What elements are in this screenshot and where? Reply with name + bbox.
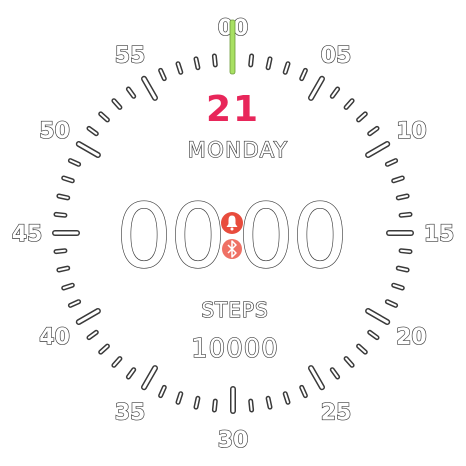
bell-icon[interactable]: [221, 212, 243, 234]
minor-tick-fill: [400, 249, 411, 253]
major-tick-fill: [77, 309, 100, 324]
dial-number-15: 15: [424, 222, 455, 247]
steps-label: STEPS: [201, 298, 268, 322]
date-day-name: MONDAY: [188, 138, 289, 162]
watch-face: 000510152025303540455055 21 MONDAY 00 00…: [11, 15, 455, 453]
dial-number-50: 50: [39, 119, 70, 144]
minor-tick-fill: [249, 400, 253, 411]
bluetooth-icon[interactable]: [222, 239, 242, 259]
major-tick-fill: [309, 77, 324, 100]
minor-tick-fill: [213, 55, 217, 66]
dial-number-30: 30: [218, 428, 249, 453]
date-day-number: 21: [206, 89, 260, 130]
major-tick-fill: [77, 142, 100, 157]
steps-value: 10000: [191, 334, 279, 364]
major-tick-fill: [142, 366, 157, 389]
dial-number-45: 45: [12, 222, 43, 247]
dial-number-05: 05: [321, 44, 352, 69]
second-hand: [229, 19, 236, 75]
dial-number-20: 20: [396, 325, 427, 350]
dial-number-55: 55: [115, 44, 146, 69]
major-tick-fill: [366, 142, 389, 157]
minor-tick-fill: [400, 213, 411, 217]
dial-number-40: 40: [39, 325, 70, 350]
minor-tick-fill: [55, 249, 66, 253]
time-minutes: 00: [238, 185, 346, 288]
major-tick-fill: [142, 77, 157, 100]
minor-tick-fill: [213, 400, 217, 411]
dial-number-10: 10: [396, 119, 427, 144]
time-hours: 00: [116, 185, 224, 288]
minor-tick-fill: [249, 55, 253, 66]
major-tick-fill: [366, 309, 389, 324]
dial-number-25: 25: [321, 400, 352, 425]
major-tick-fill: [309, 366, 324, 389]
dial-number-35: 35: [115, 400, 146, 425]
minor-tick-fill: [55, 213, 66, 217]
